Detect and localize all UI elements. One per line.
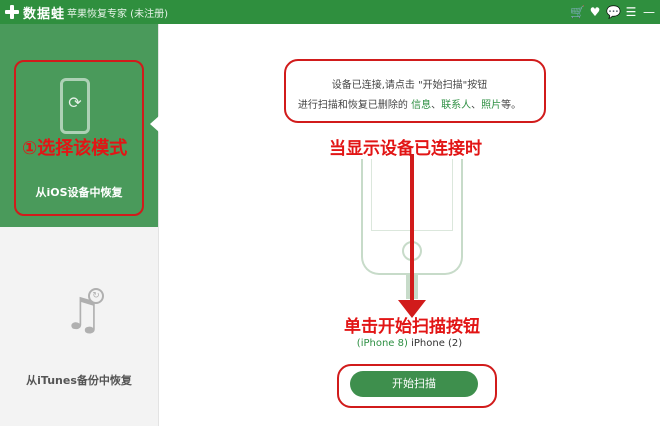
logo-cross-icon [5, 5, 19, 19]
device-info: (iPhone 8) iPhone (2) [159, 338, 660, 349]
main-panel: 设备已连接,请点击 "开始扫描"按钮 进行扫描和恢复已删除的 信息、联系人、照片… [159, 24, 660, 426]
link-photos[interactable]: 照片 [481, 100, 501, 111]
annotation-click-scan: 单击开始扫描按钮 [344, 317, 480, 337]
minimize-icon[interactable]: — [642, 3, 656, 21]
annotation-arrow [410, 154, 414, 310]
link-contacts[interactable]: 联系人 [441, 100, 471, 111]
restore-icon: ↻ [88, 288, 104, 304]
start-scan-button[interactable]: 开始扫描 [350, 371, 478, 397]
link-messages[interactable]: 信息 [411, 100, 431, 111]
device-name: iPhone (2) [411, 338, 463, 349]
menu-icon[interactable]: ☰ [624, 3, 638, 21]
heart-icon[interactable]: ♥ [588, 3, 602, 21]
active-indicator [150, 116, 159, 132]
app-name: 数据蛙 [23, 6, 66, 22]
info-line-2: 进行扫描和恢复已删除的 信息、联系人、照片等。 [297, 100, 522, 111]
window-controls: 🛒 ♥ 💬 ☰ — [570, 3, 656, 21]
mode-itunes-backup[interactable]: ♫ ↻ 从iTunes备份中恢复 [0, 228, 158, 426]
feedback-icon[interactable]: 💬 [606, 3, 621, 21]
annotation-box-info [284, 59, 546, 123]
annotation-device-connected: 当显示设备已连接时 [329, 139, 482, 159]
mode-itunes-label: 从iTunes备份中恢复 [26, 374, 132, 387]
app-subtitle: 苹果恢复专家 (未注册) [67, 9, 168, 20]
info-prefix: 进行扫描和恢复已删除的 [297, 100, 412, 111]
info-line-1: 设备已连接,请点击 "开始扫描"按钮 [331, 80, 488, 91]
title-bar: 数据蛙 苹果恢复专家 (未注册) 🛒 ♥ 💬 ☰ — [0, 0, 660, 24]
sidebar: ⟳ 从iOS设备中恢复 ①选择该模式 ♫ ↻ 从iTunes备份中恢复 [0, 24, 159, 426]
device-model: (iPhone 8) [356, 338, 408, 349]
cart-icon[interactable]: 🛒 [570, 3, 585, 21]
annotation-select-mode: ①选择该模式 [22, 138, 128, 159]
info-suffix: 等。 [501, 100, 522, 111]
app-logo: 数据蛙 [5, 2, 65, 22]
